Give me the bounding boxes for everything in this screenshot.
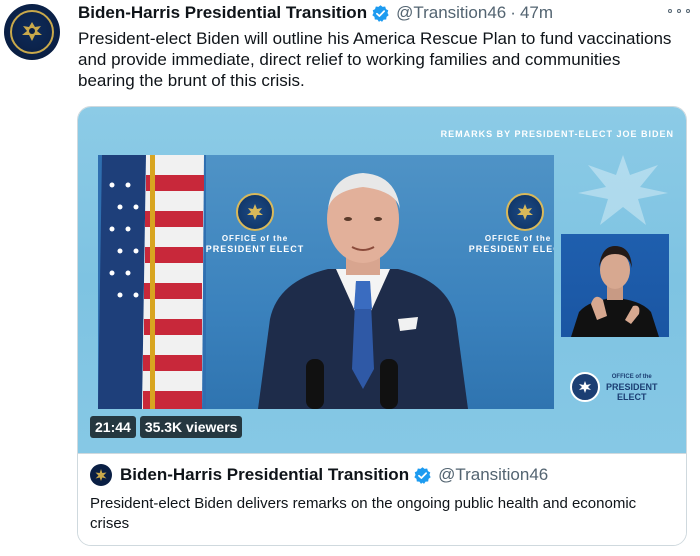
media-card[interactable]: REMARKS BY PRESIDENT-ELECT JOE BIDEN OFF… xyxy=(77,106,687,546)
main-video-frame: OFFICE of the PRESIDENT ELECT OFFICE of … xyxy=(98,155,554,409)
tweet[interactable]: Biden-Harris Presidential Transition @Tr… xyxy=(0,0,700,556)
verified-badge-icon xyxy=(413,466,432,485)
separator: · xyxy=(510,3,516,22)
card-handle[interactable]: @Transition46 xyxy=(438,465,548,485)
wall-seal-right xyxy=(506,193,544,231)
handle[interactable]: @Transition46 xyxy=(396,3,506,23)
logo-line2: ELECT xyxy=(617,392,647,402)
wall-text-right: OFFICE of the PRESIDENT ELECT xyxy=(468,234,554,254)
card-description: President-elect Biden delivers remarks o… xyxy=(90,495,637,532)
video-banner: REMARKS BY PRESIDENT-ELECT JOE BIDEN xyxy=(440,129,674,139)
speaker-figure xyxy=(258,173,468,409)
more-icon[interactable] xyxy=(668,4,690,18)
card-avatar[interactable] xyxy=(90,464,112,486)
display-name[interactable]: Biden-Harris Presidential Transition xyxy=(78,3,367,23)
card-display-name[interactable]: Biden-Harris Presidential Transition xyxy=(120,465,409,485)
mini-seal-icon xyxy=(570,372,600,402)
verified-badge-icon xyxy=(371,4,390,23)
logo-small-text: OFFICE of the xyxy=(611,374,652,380)
flag-icon xyxy=(98,155,206,409)
viewers-badge: 35.3K viewers xyxy=(139,416,243,438)
card-footer[interactable]: Biden-Harris Presidential Transition @Tr… xyxy=(78,453,686,545)
avatar[interactable] xyxy=(4,4,60,60)
video-player[interactable]: REMARKS BY PRESIDENT-ELECT JOE BIDEN OFF… xyxy=(78,107,686,453)
president-elect-logo: OFFICE of the PRESIDENT ELECT xyxy=(570,367,680,407)
logo-line1: PRESIDENT xyxy=(606,382,658,392)
duration-badge: 21:44 xyxy=(90,416,136,438)
eagle-watermark-icon xyxy=(578,155,668,225)
timestamp[interactable]: 47m xyxy=(520,3,553,23)
video-badges: 21:44 35.3K viewers xyxy=(90,416,243,438)
card-author: Biden-Harris Presidential Transition @Tr… xyxy=(90,464,548,486)
tweet-text: President-elect Biden will outline his A… xyxy=(78,29,672,90)
tweet-header: Biden-Harris Presidential Transition @Tr… xyxy=(78,2,690,24)
sign-language-interpreter xyxy=(561,234,669,337)
seal-icon xyxy=(10,10,54,54)
